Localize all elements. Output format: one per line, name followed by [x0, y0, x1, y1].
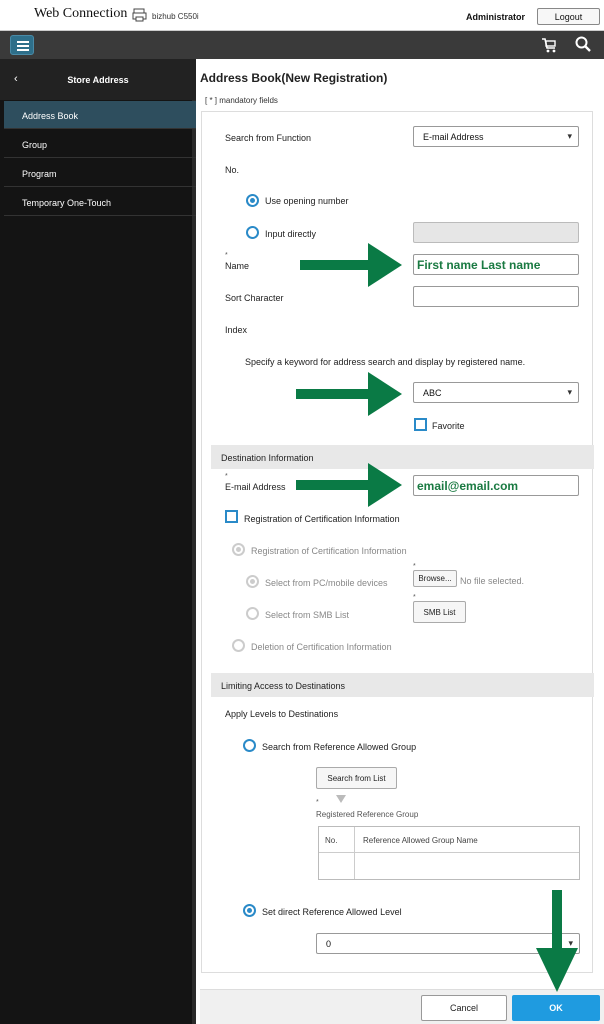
favorite-label: Favorite — [432, 421, 465, 431]
page-title: Address Book(New Registration) — [200, 71, 388, 85]
mandatory-note: [ * ] mandatory fields — [205, 96, 278, 105]
registration-form: Search from Function E-mail Address No. … — [201, 111, 594, 973]
search-ref-group-label: Search from Reference Allowed Group — [262, 742, 417, 752]
search-icon[interactable] — [574, 35, 592, 53]
search-function-label: Search from Function — [225, 133, 312, 143]
top-header: Web Connection bizhub C550i Administrato… — [0, 0, 604, 31]
user-name: Administrator — [466, 12, 526, 22]
nav-bar — [0, 31, 604, 59]
main-content: Address Book(New Registration) [ * ] man… — [200, 59, 604, 989]
sidebar-item-group[interactable]: Group — [4, 130, 196, 158]
sort-character-label: Sort Character — [225, 293, 284, 303]
name-label: Name — [225, 261, 250, 271]
search-function-select[interactable]: E-mail Address — [413, 126, 579, 147]
sidebar-item-temporary-one-touch[interactable]: Temporary One-Touch — [4, 188, 196, 216]
no-file-label: No file selected. — [460, 576, 525, 586]
job-cart-icon[interactable] — [540, 36, 558, 54]
cert-registration-radio[interactable] — [232, 543, 245, 556]
name-input[interactable]: First name Last name — [413, 254, 579, 275]
sort-character-input[interactable] — [413, 286, 579, 307]
reference-group-table: No. Reference Allowed Group Name — [318, 826, 580, 880]
table-header-no: No. — [319, 827, 355, 853]
hamburger-menu-icon[interactable] — [10, 35, 34, 55]
favorite-checkbox[interactable] — [414, 418, 427, 431]
index-label: Index — [225, 325, 248, 335]
cert-registration-label: Registration of Certification Informatio… — [251, 546, 407, 556]
use-opening-number-label: Use opening number — [265, 196, 349, 206]
down-triangle-icon — [336, 795, 346, 803]
search-ref-group-radio[interactable] — [243, 739, 256, 752]
footer-bar: Cancel OK — [200, 989, 604, 1024]
certification-checkbox-label: Registration of Certification Informatio… — [244, 514, 400, 524]
device-model: bizhub C550i — [152, 12, 199, 21]
number-input[interactable] — [413, 222, 579, 243]
deletion-radio[interactable] — [232, 639, 245, 652]
sidebar-item-program[interactable]: Program — [4, 159, 196, 187]
printer-icon — [132, 8, 147, 22]
smb-list-button[interactable]: SMB List — [413, 601, 466, 623]
browse-button[interactable]: Browse... — [413, 570, 457, 587]
email-label: E-mail Address — [225, 482, 286, 492]
ok-button[interactable]: OK — [512, 995, 600, 1021]
input-directly-radio[interactable] — [246, 226, 259, 239]
table-header-group-name: Reference Allowed Group Name — [355, 827, 579, 853]
input-directly-label: Input directly — [265, 229, 317, 239]
email-input[interactable]: email@email.com — [413, 475, 579, 496]
deletion-label: Deletion of Certification Information — [251, 642, 392, 652]
logout-button[interactable]: Logout — [537, 8, 600, 25]
set-direct-level-radio[interactable] — [243, 904, 256, 917]
sidebar-item-address-book[interactable]: Address Book — [4, 101, 196, 129]
apply-levels-label: Apply Levels to Destinations — [225, 709, 339, 719]
reference-level-select[interactable]: 0 — [316, 933, 580, 954]
select-pc-label: Select from PC/mobile devices — [265, 578, 388, 588]
use-opening-number-radio[interactable] — [246, 194, 259, 207]
index-hint: Specify a keyword for address search and… — [245, 357, 526, 367]
destination-section-header: Destination Information — [211, 445, 594, 469]
cancel-button[interactable]: Cancel — [421, 995, 507, 1021]
sidebar: ‹ Store Address Address Book Group Progr… — [0, 59, 196, 1024]
index-select[interactable]: ABC — [413, 382, 579, 403]
certification-checkbox[interactable] — [225, 510, 238, 523]
number-label: No. — [225, 165, 240, 175]
select-pc-radio[interactable] — [246, 575, 259, 588]
set-direct-level-label: Set direct Reference Allowed Level — [262, 907, 402, 917]
select-smb-radio[interactable] — [246, 607, 259, 620]
sidebar-title: Store Address — [67, 75, 129, 85]
brand-logo: Web Connection — [34, 6, 128, 21]
sidebar-header: ‹ Store Address — [0, 59, 196, 100]
search-from-list-button[interactable]: Search from List — [316, 767, 397, 789]
limiting-section-header: Limiting Access to Destinations — [211, 673, 594, 697]
table-row — [319, 853, 355, 879]
select-smb-label: Select from SMB List — [265, 610, 350, 620]
registered-ref-group-label: Registered Reference Group — [316, 810, 419, 819]
